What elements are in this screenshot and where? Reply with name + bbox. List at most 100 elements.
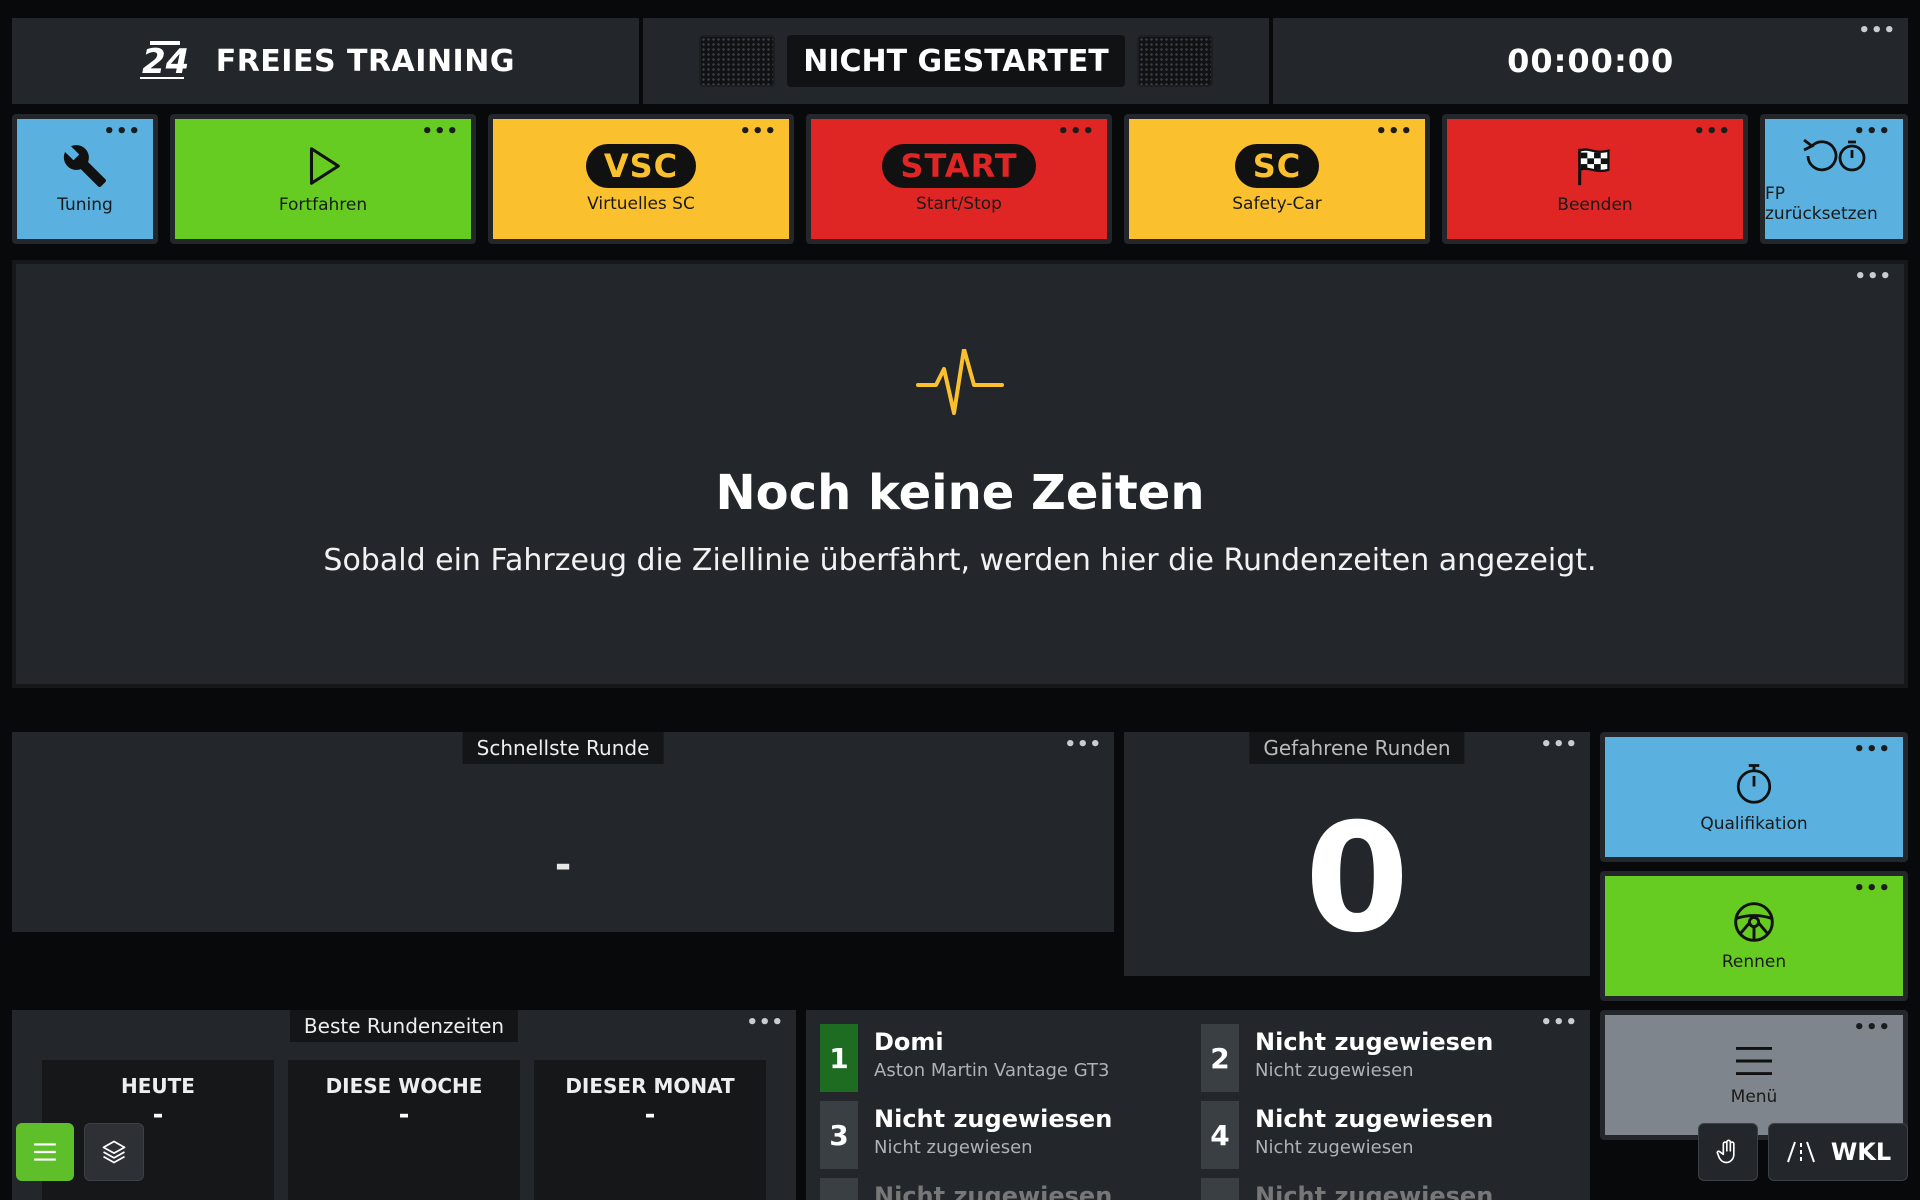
- vsc-pill: VSC: [585, 144, 697, 188]
- layers-button[interactable]: [84, 1123, 144, 1181]
- column-heading: HEUTE: [121, 1074, 195, 1098]
- button-label: Start/Stop: [916, 194, 1002, 214]
- checkered-flag-icon: [1578, 148, 1610, 186]
- steering-wheel-icon: [1734, 902, 1774, 942]
- button-label: Virtuelles SC: [587, 194, 695, 214]
- wkl-label: WKL: [1830, 1138, 1892, 1166]
- hamburger-icon: [1736, 1046, 1772, 1076]
- button-label: Menü: [1730, 1087, 1778, 1107]
- virtual-safety-car-button[interactable]: ••• VSC Virtuelles SC: [488, 114, 794, 244]
- sc-pill: SC: [1234, 144, 1320, 188]
- pulse-icon: [16, 347, 1904, 425]
- position-badge: 6: [1201, 1178, 1239, 1200]
- session-timer: 00:00:00: [1507, 42, 1675, 80]
- best-lap-times-label: Beste Rundenzeiten: [289, 1010, 519, 1042]
- reset-practice-button[interactable]: ••• FP zurücksetzen: [1760, 114, 1908, 244]
- position-badge: 2: [1201, 1024, 1239, 1092]
- button-label: FP zurücksetzen: [1765, 184, 1878, 224]
- more-options-icon[interactable]: •••: [1853, 741, 1891, 759]
- continue-button[interactable]: ••• Fortfahren: [170, 114, 476, 244]
- position-badge: 5: [820, 1178, 858, 1200]
- session-status-panel: NICHT GESTARTET: [642, 18, 1270, 104]
- more-options-icon[interactable]: •••: [421, 123, 459, 141]
- more-options-icon[interactable]: •••: [1854, 268, 1892, 286]
- tuning-button[interactable]: ••• Tuning: [12, 114, 158, 244]
- button-label: Tuning: [57, 195, 113, 215]
- driver-car: Nicht zugewiesen: [1255, 1060, 1414, 1081]
- driver-car: Nicht zugewiesen: [874, 1137, 1033, 1158]
- column-value: -: [644, 1100, 656, 1130]
- race-button[interactable]: ••• Rennen: [1600, 871, 1908, 1001]
- end-session-button[interactable]: ••• Beenden: [1442, 114, 1748, 244]
- wkl-button[interactable]: WKL: [1768, 1123, 1908, 1181]
- lap-times-panel: ••• Noch keine Zeiten Sobald ein Fahrzeu…: [12, 260, 1908, 688]
- menu-button[interactable]: ••• Menü: [1600, 1010, 1908, 1140]
- more-options-icon[interactable]: •••: [1853, 880, 1891, 898]
- more-options-icon[interactable]: •••: [1853, 123, 1891, 141]
- more-options-icon[interactable]: •••: [1540, 736, 1578, 754]
- more-options-icon[interactable]: •••: [1375, 123, 1413, 141]
- driver-slot[interactable]: 1 Domi Aston Martin Vantage GT3: [806, 1010, 1176, 1092]
- best-this-week: DIESE WOCHE -: [288, 1060, 520, 1200]
- empty-state-title: Noch keine Zeiten: [715, 465, 1205, 521]
- driver-slot[interactable]: 5 Nicht zugewiesen: [806, 1164, 1176, 1200]
- best-today: HEUTE -: [42, 1060, 274, 1200]
- more-options-icon[interactable]: •••: [1064, 736, 1102, 754]
- laps-driven-value: 0: [1304, 792, 1410, 966]
- sidebar-toggle-button[interactable]: [16, 1123, 74, 1181]
- header-bar: 24 FREIES TRAINING NICHT GESTARTET 00:00…: [12, 18, 1908, 104]
- safety-car-button[interactable]: ••• SC Safety-Car: [1124, 114, 1430, 244]
- session-title: FREIES TRAINING: [215, 43, 515, 79]
- button-label: Rennen: [1721, 952, 1787, 972]
- driver-slot[interactable]: 3 Nicht zugewiesen Nicht zugewiesen: [806, 1087, 1176, 1169]
- driver-name: Nicht zugewiesen: [1255, 1182, 1494, 1200]
- qualifying-button[interactable]: ••• Qualifikation: [1600, 732, 1908, 862]
- position-badge: 3: [820, 1101, 858, 1169]
- session-timer-panel: 00:00:00 •••: [1273, 18, 1908, 104]
- hamburger-icon: [34, 1143, 56, 1161]
- more-options-icon[interactable]: •••: [739, 123, 777, 141]
- column-value: -: [398, 1100, 410, 1130]
- laps-driven-panel: Gefahrene Runden ••• 0: [1124, 732, 1590, 976]
- fastest-lap-label: Schnellste Runde: [462, 732, 664, 764]
- driver-name: Nicht zugewiesen: [1255, 1105, 1494, 1133]
- driver-name: Nicht zugewiesen: [1255, 1028, 1494, 1056]
- more-options-icon[interactable]: •••: [746, 1014, 784, 1032]
- column-value: -: [152, 1100, 164, 1130]
- more-options-icon[interactable]: •••: [1858, 22, 1896, 40]
- driver-name: Nicht zugewiesen: [874, 1105, 1113, 1133]
- position-badge: 1: [820, 1024, 858, 1092]
- layers-icon: [102, 1140, 126, 1164]
- play-icon: [309, 147, 340, 185]
- more-options-icon[interactable]: •••: [103, 123, 141, 141]
- more-options-icon[interactable]: •••: [1853, 1019, 1891, 1037]
- driver-slot[interactable]: 2 Nicht zugewiesen Nicht zugewiesen: [1187, 1010, 1557, 1092]
- start-stop-button[interactable]: ••• START Start/Stop: [806, 114, 1112, 244]
- column-heading: DIESER MONAT: [565, 1074, 735, 1098]
- empty-state-message: Sobald ein Fahrzeug die Ziellinie überfä…: [323, 543, 1597, 578]
- session-title-panel: 24 FREIES TRAINING: [12, 18, 639, 104]
- more-options-icon[interactable]: •••: [1057, 123, 1095, 141]
- driver-car: Nicht zugewiesen: [1255, 1137, 1414, 1158]
- laps-driven-label: Gefahrene Runden: [1249, 732, 1465, 764]
- driver-name: Domi: [874, 1028, 944, 1056]
- hand-icon: [1716, 1139, 1735, 1164]
- driver-slot[interactable]: 4 Nicht zugewiesen Nicht zugewiesen: [1187, 1087, 1557, 1169]
- more-options-icon[interactable]: •••: [1693, 123, 1731, 141]
- driver-car: Aston Martin Vantage GT3: [874, 1060, 1110, 1081]
- svg-text:24: 24: [142, 42, 189, 82]
- wrench-icon: [63, 145, 107, 188]
- hand-tool-button[interactable]: [1698, 1123, 1758, 1181]
- button-label: Qualifikation: [1700, 814, 1808, 834]
- driver-slot[interactable]: 6 Nicht zugewiesen: [1187, 1164, 1557, 1200]
- stopwatch-icon: [1736, 764, 1772, 804]
- driver-name: Nicht zugewiesen: [874, 1182, 1113, 1200]
- led-matrix-right: [1136, 35, 1213, 87]
- button-label: Beenden: [1557, 195, 1633, 215]
- column-heading: DIESE WOCHE: [325, 1074, 483, 1098]
- position-badge: 4: [1201, 1101, 1239, 1169]
- button-label: Fortfahren: [278, 195, 368, 215]
- best-this-month: DIESER MONAT -: [534, 1060, 766, 1200]
- led-matrix-left: [699, 35, 776, 87]
- session-status: NICHT GESTARTET: [787, 35, 1125, 87]
